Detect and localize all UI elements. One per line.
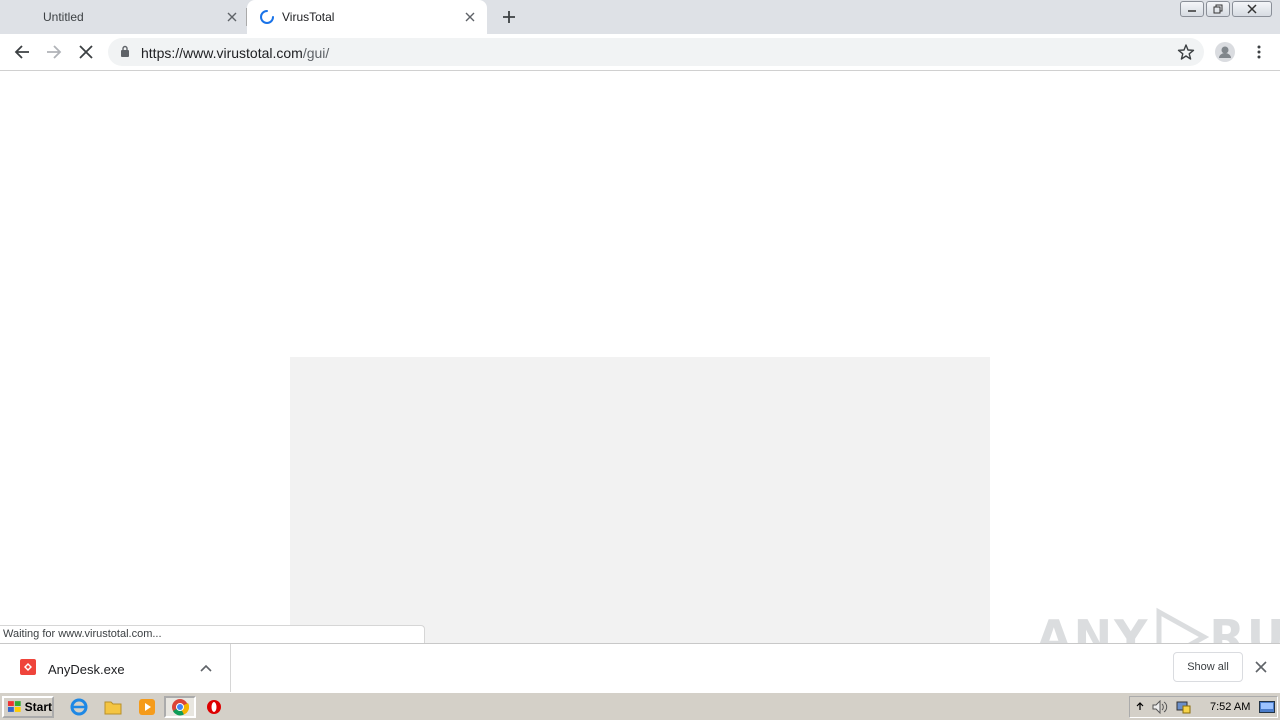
status-bubble: Waiting for www.virustotal.com... [0, 625, 425, 643]
download-item[interactable]: AnyDesk.exe [0, 644, 231, 693]
download-shelf: AnyDesk.exe Show all [0, 643, 1280, 693]
address-bar[interactable]: https://www.virustotal.com/gui/ [108, 38, 1204, 66]
tab-virustotal[interactable]: VirusTotal [247, 0, 487, 34]
loading-placeholder [290, 357, 990, 643]
internet-explorer-icon[interactable] [70, 698, 88, 716]
chrome-icon [172, 699, 189, 716]
loading-spinner-icon [259, 9, 275, 25]
avatar-icon [1215, 42, 1235, 62]
chevron-up-icon[interactable] [198, 660, 214, 676]
close-icon[interactable] [462, 9, 478, 25]
minimize-button[interactable] [1180, 1, 1204, 17]
stop-button[interactable] [76, 42, 96, 62]
restore-button[interactable] [1206, 1, 1230, 17]
close-icon[interactable] [1254, 660, 1270, 676]
menu-button[interactable] [1249, 42, 1269, 62]
close-icon[interactable] [224, 9, 240, 25]
opera-icon[interactable] [205, 698, 223, 716]
window-close-button[interactable] [1232, 1, 1272, 17]
plus-icon [503, 11, 515, 23]
taskbar-clock[interactable]: 7:52 AM [1210, 701, 1250, 713]
network-icon[interactable] [1176, 700, 1192, 717]
url-path: /gui/ [302, 45, 330, 61]
media-player-icon[interactable] [138, 698, 156, 716]
tab-title: Untitled [43, 10, 84, 24]
arrow-left-icon [14, 45, 29, 59]
lock-icon[interactable] [120, 45, 130, 61]
forward-button[interactable] [44, 42, 64, 62]
browser-toolbar: https://www.virustotal.com/gui/ [0, 34, 1280, 71]
kebab-menu-icon [1257, 45, 1261, 59]
back-button[interactable] [12, 42, 32, 62]
profile-button[interactable] [1215, 42, 1235, 62]
system-tray: 7:52 AM [1129, 696, 1278, 718]
arrow-right-icon [47, 45, 62, 59]
download-file-name: AnyDesk.exe [48, 662, 125, 677]
page-content: Waiting for www.virustotal.com... [0, 72, 1280, 643]
show-desktop-icon[interactable] [1259, 701, 1275, 716]
chevron-up-icon[interactable] [1136, 700, 1144, 714]
start-button[interactable]: Start [2, 696, 54, 718]
file-explorer-icon[interactable] [104, 698, 122, 716]
bookmark-star-icon[interactable] [1177, 43, 1195, 61]
tab-title: VirusTotal [282, 10, 335, 24]
chrome-taskbar-button[interactable] [164, 696, 196, 718]
url-host: https://www.virustotal.com [141, 45, 303, 61]
show-all-button[interactable]: Show all [1173, 652, 1243, 682]
new-tab-button[interactable] [499, 7, 519, 27]
taskbar: Start 7:52 AM [0, 692, 1280, 720]
anydesk-file-icon [20, 659, 36, 675]
window-controls [1180, 1, 1272, 17]
windows-logo-icon [7, 701, 21, 712]
start-label: Start [24, 700, 52, 714]
tab-strip: Untitled VirusTotal [0, 0, 1280, 34]
volume-icon[interactable] [1152, 699, 1168, 717]
url-text[interactable]: https://www.virustotal.com/gui/ [141, 45, 329, 61]
close-icon [79, 45, 93, 59]
tab-untitled[interactable]: Untitled [0, 0, 246, 34]
